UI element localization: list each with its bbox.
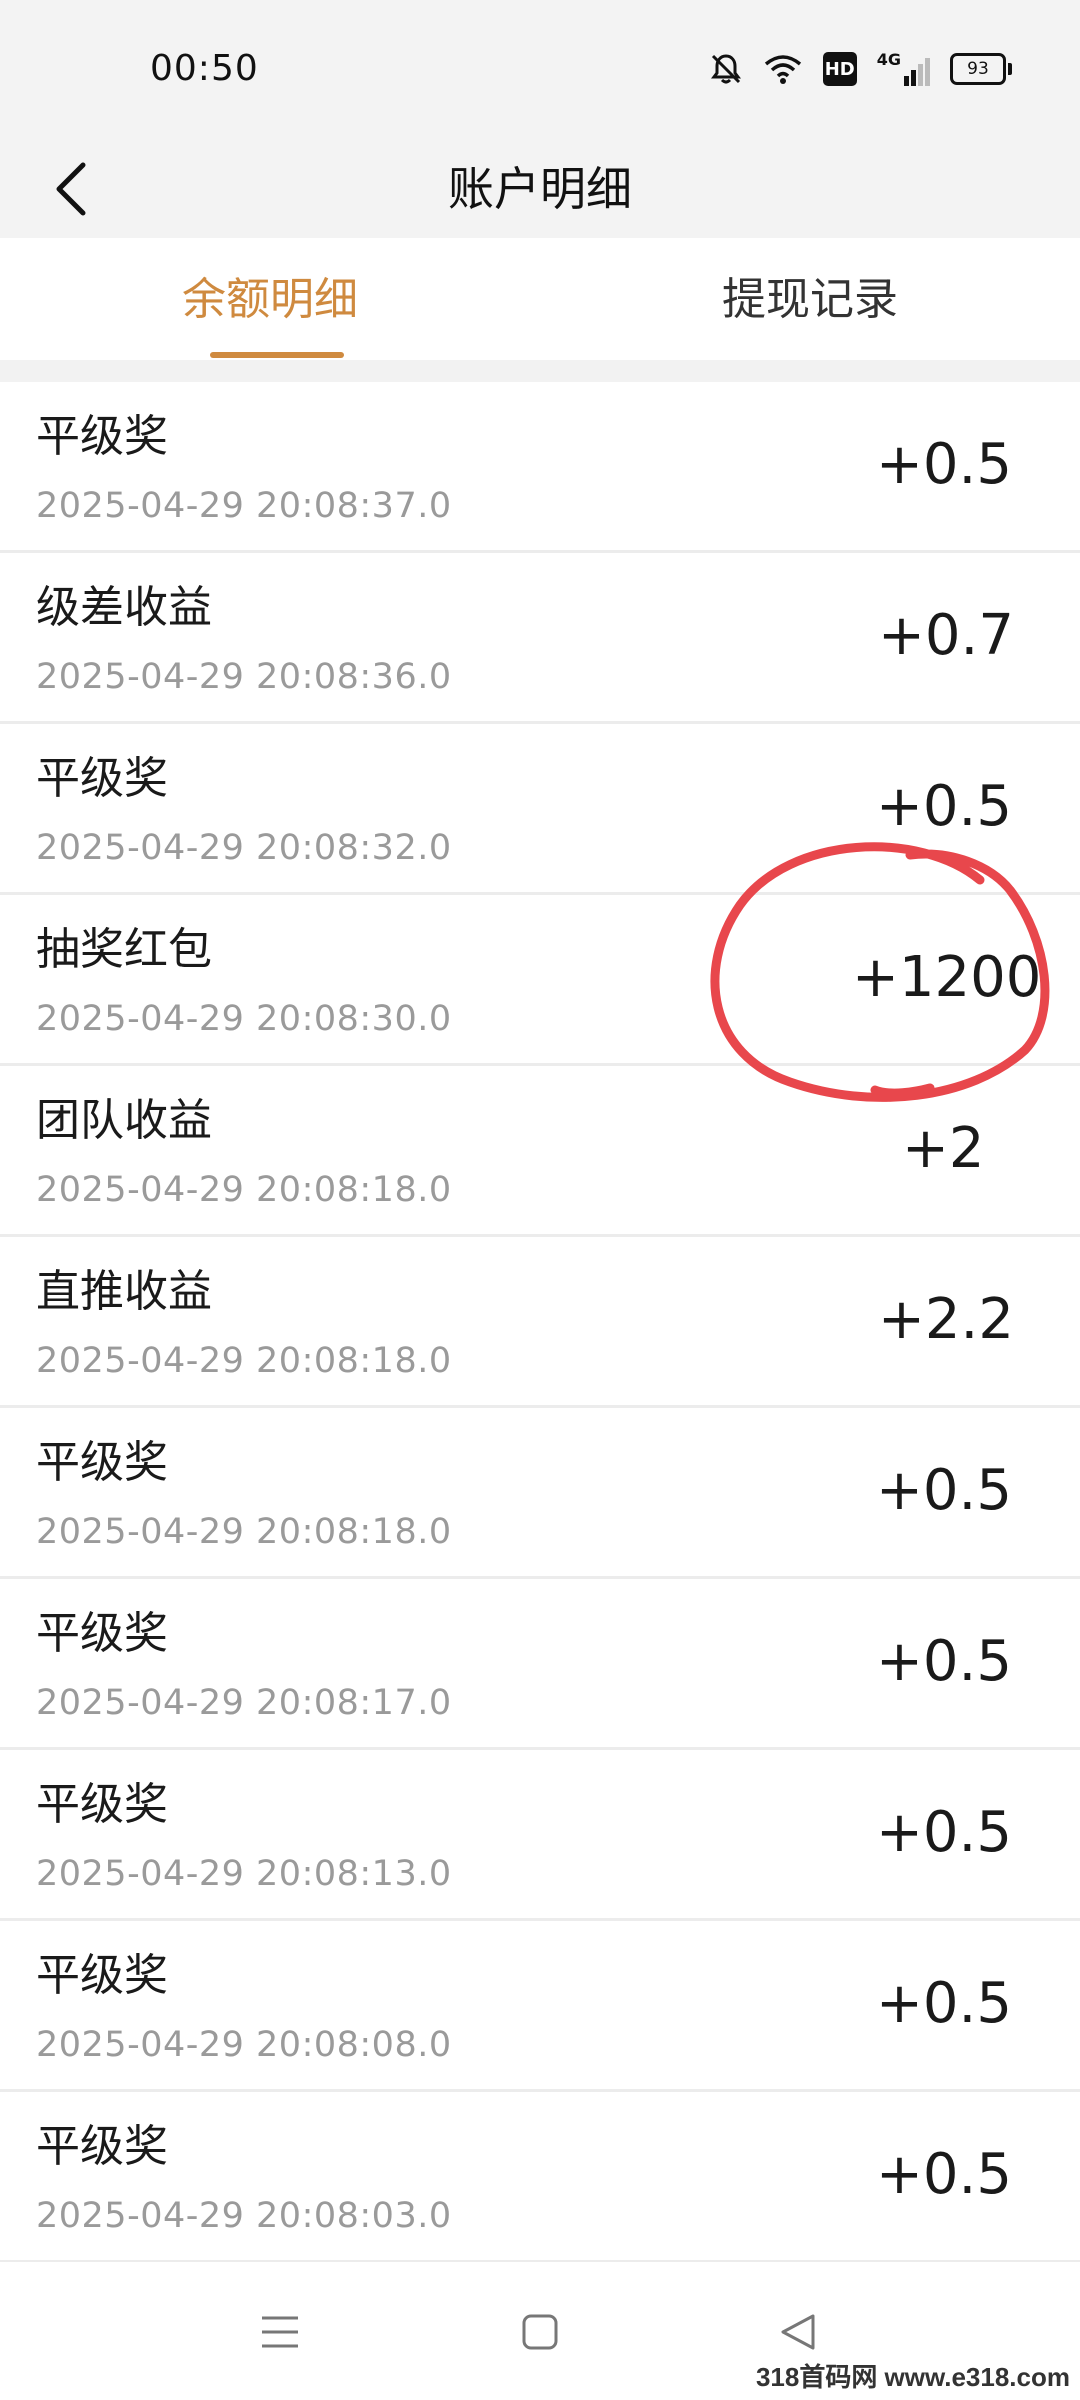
page-title: 账户明细 — [448, 162, 632, 216]
list-item[interactable]: 平级奖 2025-04-29 20:08:17.0 +0.5 — [0, 1579, 1080, 1750]
record-name: 团队收益 — [36, 1095, 212, 1146]
tab-bar: 余额明细 提现记录 — [0, 238, 1080, 360]
red-annotation-circle — [710, 842, 1050, 1102]
list-item[interactable]: 平级奖 2025-04-29 20:08:08.0 +0.5 — [0, 1921, 1080, 2092]
triangle-back-icon — [781, 2314, 815, 2350]
record-amount: +0.5 — [876, 1800, 1012, 1865]
battery-level: 93 — [950, 53, 1006, 85]
record-time: 2025-04-29 20:08:03.0 — [36, 2196, 452, 2236]
square-home-icon — [522, 2314, 558, 2350]
record-name: 抽奖红包 — [36, 924, 212, 975]
status-time: 00:50 — [150, 48, 259, 89]
record-name: 直推收益 — [36, 1266, 212, 1317]
record-amount: +0.5 — [876, 1971, 1012, 2036]
tab-withdraw-records[interactable]: 提现记录 — [540, 238, 1080, 360]
list-item[interactable]: 级差收益 2025-04-29 20:08:36.0 +0.7 — [0, 553, 1080, 724]
record-name: 平级奖 — [36, 1950, 168, 2001]
record-time: 2025-04-29 20:08:30.0 — [36, 999, 452, 1039]
list-item[interactable]: 平级奖 2025-04-29 20:08:13.0 +0.5 — [0, 1750, 1080, 1921]
tab-balance-detail[interactable]: 余额明细 — [0, 238, 540, 360]
watermark: 318首码网 www.e318.com — [755, 2362, 1070, 2392]
record-time: 2025-04-29 20:08:13.0 — [36, 1854, 452, 1894]
signal-icon: 4G — [877, 52, 930, 86]
record-amount: +0.5 — [876, 432, 1012, 497]
divider — [0, 360, 1080, 382]
network-label: 4G — [876, 50, 901, 69]
record-time: 2025-04-29 20:08:18.0 — [36, 1170, 452, 1210]
record-amount: +0.7 — [878, 603, 1014, 668]
record-name: 平级奖 — [36, 1608, 168, 1659]
record-time: 2025-04-29 20:08:37.0 — [36, 486, 452, 526]
chevron-left-icon — [56, 162, 86, 216]
list-item[interactable]: 平级奖 2025-04-29 20:08:18.0 +0.5 — [0, 1408, 1080, 1579]
record-name: 平级奖 — [36, 1437, 168, 1488]
record-name: 平级奖 — [36, 1779, 168, 1830]
record-amount: +0.5 — [876, 1629, 1012, 1694]
status-bar: 00:50 HD 4G 93 — [0, 0, 1080, 140]
system-nav-bar: 318首码网 www.e318.com — [0, 2262, 1080, 2400]
record-list: 平级奖 2025-04-29 20:08:37.0 +0.5 级差收益 2025… — [0, 382, 1080, 2263]
battery-icon: 93 — [950, 53, 1012, 85]
bell-muted-icon — [709, 52, 743, 86]
record-time: 2025-04-29 20:08:18.0 — [36, 1512, 452, 1552]
list-item[interactable]: 平级奖 2025-04-29 20:08:03.0 +0.5 — [0, 2092, 1080, 2263]
menu-icon — [262, 2316, 298, 2348]
record-time: 2025-04-29 20:08:32.0 — [36, 828, 452, 868]
status-icons: HD 4G 93 — [709, 52, 1012, 86]
record-time: 2025-04-29 20:08:08.0 — [36, 2025, 452, 2065]
active-tab-indicator — [210, 352, 344, 358]
record-name: 平级奖 — [36, 411, 168, 462]
record-time: 2025-04-29 20:08:18.0 — [36, 1341, 452, 1381]
back-button[interactable] — [36, 154, 106, 224]
record-name: 平级奖 — [36, 2121, 168, 2172]
record-time: 2025-04-29 20:08:36.0 — [36, 657, 452, 697]
record-amount: +0.5 — [876, 2142, 1012, 2207]
record-amount: +2.2 — [878, 1287, 1014, 1352]
record-name: 平级奖 — [36, 753, 168, 804]
menu-button[interactable] — [240, 2292, 320, 2372]
record-amount: +0.5 — [876, 1458, 1012, 1523]
header: 账户明细 — [0, 140, 1080, 238]
home-button[interactable] — [500, 2292, 580, 2372]
record-time: 2025-04-29 20:08:17.0 — [36, 1683, 452, 1723]
record-name: 级差收益 — [36, 582, 212, 633]
hd-badge: HD — [822, 52, 857, 86]
wifi-icon — [763, 53, 803, 85]
list-item[interactable]: 直推收益 2025-04-29 20:08:18.0 +2.2 — [0, 1237, 1080, 1408]
list-item[interactable]: 平级奖 2025-04-29 20:08:37.0 +0.5 — [0, 382, 1080, 553]
